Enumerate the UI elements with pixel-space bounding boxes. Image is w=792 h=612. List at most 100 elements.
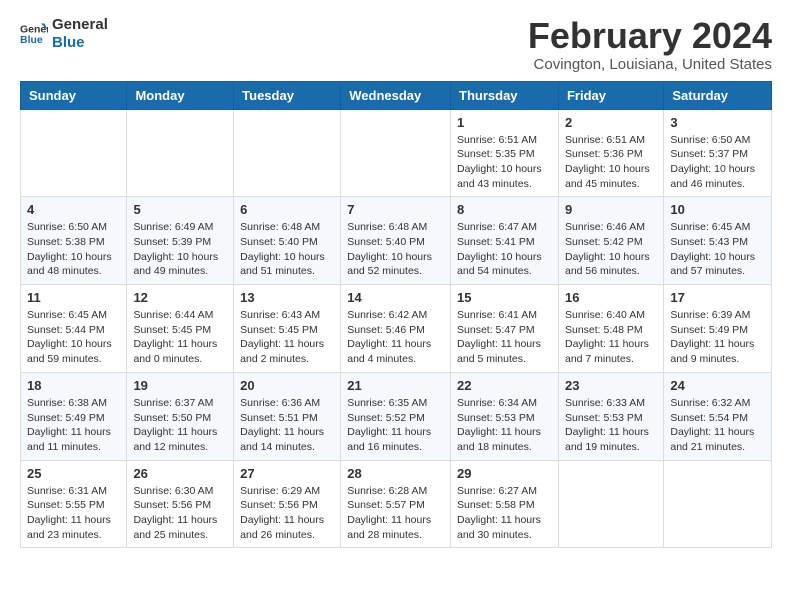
day-info: Sunrise: 6:51 AM Sunset: 5:35 PM Dayligh… (457, 133, 552, 192)
day-info: Sunrise: 6:50 AM Sunset: 5:38 PM Dayligh… (27, 220, 120, 279)
day-info: Sunrise: 6:27 AM Sunset: 5:58 PM Dayligh… (457, 484, 552, 543)
day-info: Sunrise: 6:50 AM Sunset: 5:37 PM Dayligh… (670, 133, 765, 192)
day-number: 9 (565, 202, 657, 217)
week-row-0: 1 Sunrise: 6:51 AM Sunset: 5:35 PM Daylig… (21, 109, 772, 197)
day-info: Sunrise: 6:48 AM Sunset: 5:40 PM Dayligh… (240, 220, 334, 279)
calendar-cell: 7 Sunrise: 6:48 AM Sunset: 5:40 PM Daylig… (341, 197, 451, 285)
calendar-cell: 1 Sunrise: 6:51 AM Sunset: 5:35 PM Daylig… (451, 109, 559, 197)
day-number: 28 (347, 466, 444, 481)
day-info: Sunrise: 6:51 AM Sunset: 5:36 PM Dayligh… (565, 133, 657, 192)
day-number: 11 (27, 290, 120, 305)
logo-icon: General Blue (20, 20, 48, 48)
header-wednesday: Wednesday (341, 81, 451, 109)
week-row-2: 11 Sunrise: 6:45 AM Sunset: 5:44 PM Dayli… (21, 285, 772, 373)
day-info: Sunrise: 6:47 AM Sunset: 5:41 PM Dayligh… (457, 220, 552, 279)
calendar-cell: 19 Sunrise: 6:37 AM Sunset: 5:50 PM Dayli… (127, 372, 234, 460)
calendar-cell: 13 Sunrise: 6:43 AM Sunset: 5:45 PM Dayli… (234, 285, 341, 373)
day-number: 6 (240, 202, 334, 217)
calendar-cell (21, 109, 127, 197)
calendar-cell: 10 Sunrise: 6:45 AM Sunset: 5:43 PM Dayli… (664, 197, 772, 285)
day-number: 1 (457, 115, 552, 130)
calendar-cell: 23Sunrise: 6:33 AM Sunset: 5:53 PM Dayli… (558, 372, 663, 460)
calendar-cell: 28 Sunrise: 6:28 AM Sunset: 5:57 PM Dayli… (341, 460, 451, 548)
day-number: 17 (670, 290, 765, 305)
day-number: 20 (240, 378, 334, 393)
day-number: 27 (240, 466, 334, 481)
day-info: Sunrise: 6:42 AM Sunset: 5:46 PM Dayligh… (347, 308, 444, 367)
calendar-cell: 9 Sunrise: 6:46 AM Sunset: 5:42 PM Daylig… (558, 197, 663, 285)
day-number: 2 (565, 115, 657, 130)
week-row-4: 25Sunrise: 6:31 AM Sunset: 5:55 PM Dayli… (21, 460, 772, 548)
logo: General Blue General Blue (20, 16, 108, 52)
header-sunday: Sunday (21, 81, 127, 109)
day-number: 3 (670, 115, 765, 130)
day-info: Sunrise: 6:44 AM Sunset: 5:45 PM Dayligh… (133, 308, 227, 367)
calendar-cell: 14Sunrise: 6:42 AM Sunset: 5:46 PM Dayli… (341, 285, 451, 373)
day-info: Sunrise: 6:45 AM Sunset: 5:43 PM Dayligh… (670, 220, 765, 279)
calendar-cell: 27 Sunrise: 6:29 AM Sunset: 5:56 PM Dayli… (234, 460, 341, 548)
day-info: Sunrise: 6:37 AM Sunset: 5:50 PM Dayligh… (133, 396, 227, 455)
day-info: Sunrise: 6:43 AM Sunset: 5:45 PM Dayligh… (240, 308, 334, 367)
day-number: 24 (670, 378, 765, 393)
day-number: 15 (457, 290, 552, 305)
day-number: 8 (457, 202, 552, 217)
week-row-1: 4 Sunrise: 6:50 AM Sunset: 5:38 PM Daylig… (21, 197, 772, 285)
calendar-cell: 22 Sunrise: 6:34 AM Sunset: 5:53 PM Dayli… (451, 372, 559, 460)
day-info: Sunrise: 6:41 AM Sunset: 5:47 PM Dayligh… (457, 308, 552, 367)
day-info: Sunrise: 6:38 AM Sunset: 5:49 PM Dayligh… (27, 396, 120, 455)
day-number: 22 (457, 378, 552, 393)
day-info: Sunrise: 6:32 AM Sunset: 5:54 PM Dayligh… (670, 396, 765, 455)
day-number: 13 (240, 290, 334, 305)
calendar-cell: 18 Sunrise: 6:38 AM Sunset: 5:49 PM Dayli… (21, 372, 127, 460)
week-row-3: 18 Sunrise: 6:38 AM Sunset: 5:49 PM Dayli… (21, 372, 772, 460)
day-info: Sunrise: 6:36 AM Sunset: 5:51 PM Dayligh… (240, 396, 334, 455)
calendar-cell: 4 Sunrise: 6:50 AM Sunset: 5:38 PM Daylig… (21, 197, 127, 285)
day-number: 4 (27, 202, 120, 217)
calendar-cell (234, 109, 341, 197)
day-info: Sunrise: 6:49 AM Sunset: 5:39 PM Dayligh… (133, 220, 227, 279)
calendar-cell: 29 Sunrise: 6:27 AM Sunset: 5:58 PM Dayli… (451, 460, 559, 548)
day-info: Sunrise: 6:34 AM Sunset: 5:53 PM Dayligh… (457, 396, 552, 455)
day-info: Sunrise: 6:48 AM Sunset: 5:40 PM Dayligh… (347, 220, 444, 279)
header-friday: Friday (558, 81, 663, 109)
calendar-cell (127, 109, 234, 197)
calendar-table: Sunday Monday Tuesday Wednesday Thursday… (20, 81, 772, 549)
day-info: Sunrise: 6:35 AM Sunset: 5:52 PM Dayligh… (347, 396, 444, 455)
day-number: 10 (670, 202, 765, 217)
day-info: Sunrise: 6:39 AM Sunset: 5:49 PM Dayligh… (670, 308, 765, 367)
day-info: Sunrise: 6:45 AM Sunset: 5:44 PM Dayligh… (27, 308, 120, 367)
day-number: 16 (565, 290, 657, 305)
day-number: 25 (27, 466, 120, 481)
day-info: Sunrise: 6:29 AM Sunset: 5:56 PM Dayligh… (240, 484, 334, 543)
day-info: Sunrise: 6:46 AM Sunset: 5:42 PM Dayligh… (565, 220, 657, 279)
calendar-cell: 17 Sunrise: 6:39 AM Sunset: 5:49 PM Dayli… (664, 285, 772, 373)
calendar-cell (558, 460, 663, 548)
title-section: February 2024 Covington, Louisiana, Unit… (528, 16, 772, 73)
calendar-cell (664, 460, 772, 548)
calendar-cell: 2 Sunrise: 6:51 AM Sunset: 5:36 PM Daylig… (558, 109, 663, 197)
logo-line2: Blue (52, 34, 108, 52)
header-thursday: Thursday (451, 81, 559, 109)
calendar-cell: 6 Sunrise: 6:48 AM Sunset: 5:40 PM Daylig… (234, 197, 341, 285)
calendar-cell (341, 109, 451, 197)
header: General Blue General Blue February 2024 … (20, 16, 772, 73)
calendar-cell: 3 Sunrise: 6:50 AM Sunset: 5:37 PM Daylig… (664, 109, 772, 197)
calendar-cell: 26Sunrise: 6:30 AM Sunset: 5:56 PM Dayli… (127, 460, 234, 548)
day-number: 21 (347, 378, 444, 393)
location-title: Covington, Louisiana, United States (528, 56, 772, 73)
calendar-cell: 15 Sunrise: 6:41 AM Sunset: 5:47 PM Dayli… (451, 285, 559, 373)
day-info: Sunrise: 6:40 AM Sunset: 5:48 PM Dayligh… (565, 308, 657, 367)
day-number: 5 (133, 202, 227, 217)
day-number: 29 (457, 466, 552, 481)
logo-line1: General (52, 16, 108, 34)
day-number: 7 (347, 202, 444, 217)
day-info: Sunrise: 6:28 AM Sunset: 5:57 PM Dayligh… (347, 484, 444, 543)
day-number: 19 (133, 378, 227, 393)
month-title: February 2024 (528, 16, 772, 56)
calendar-cell: 5 Sunrise: 6:49 AM Sunset: 5:39 PM Daylig… (127, 197, 234, 285)
calendar-cell: 16 Sunrise: 6:40 AM Sunset: 5:48 PM Dayli… (558, 285, 663, 373)
day-number: 18 (27, 378, 120, 393)
calendar-cell: 12Sunrise: 6:44 AM Sunset: 5:45 PM Dayli… (127, 285, 234, 373)
calendar-cell: 20 Sunrise: 6:36 AM Sunset: 5:51 PM Dayli… (234, 372, 341, 460)
svg-text:Blue: Blue (20, 34, 43, 46)
